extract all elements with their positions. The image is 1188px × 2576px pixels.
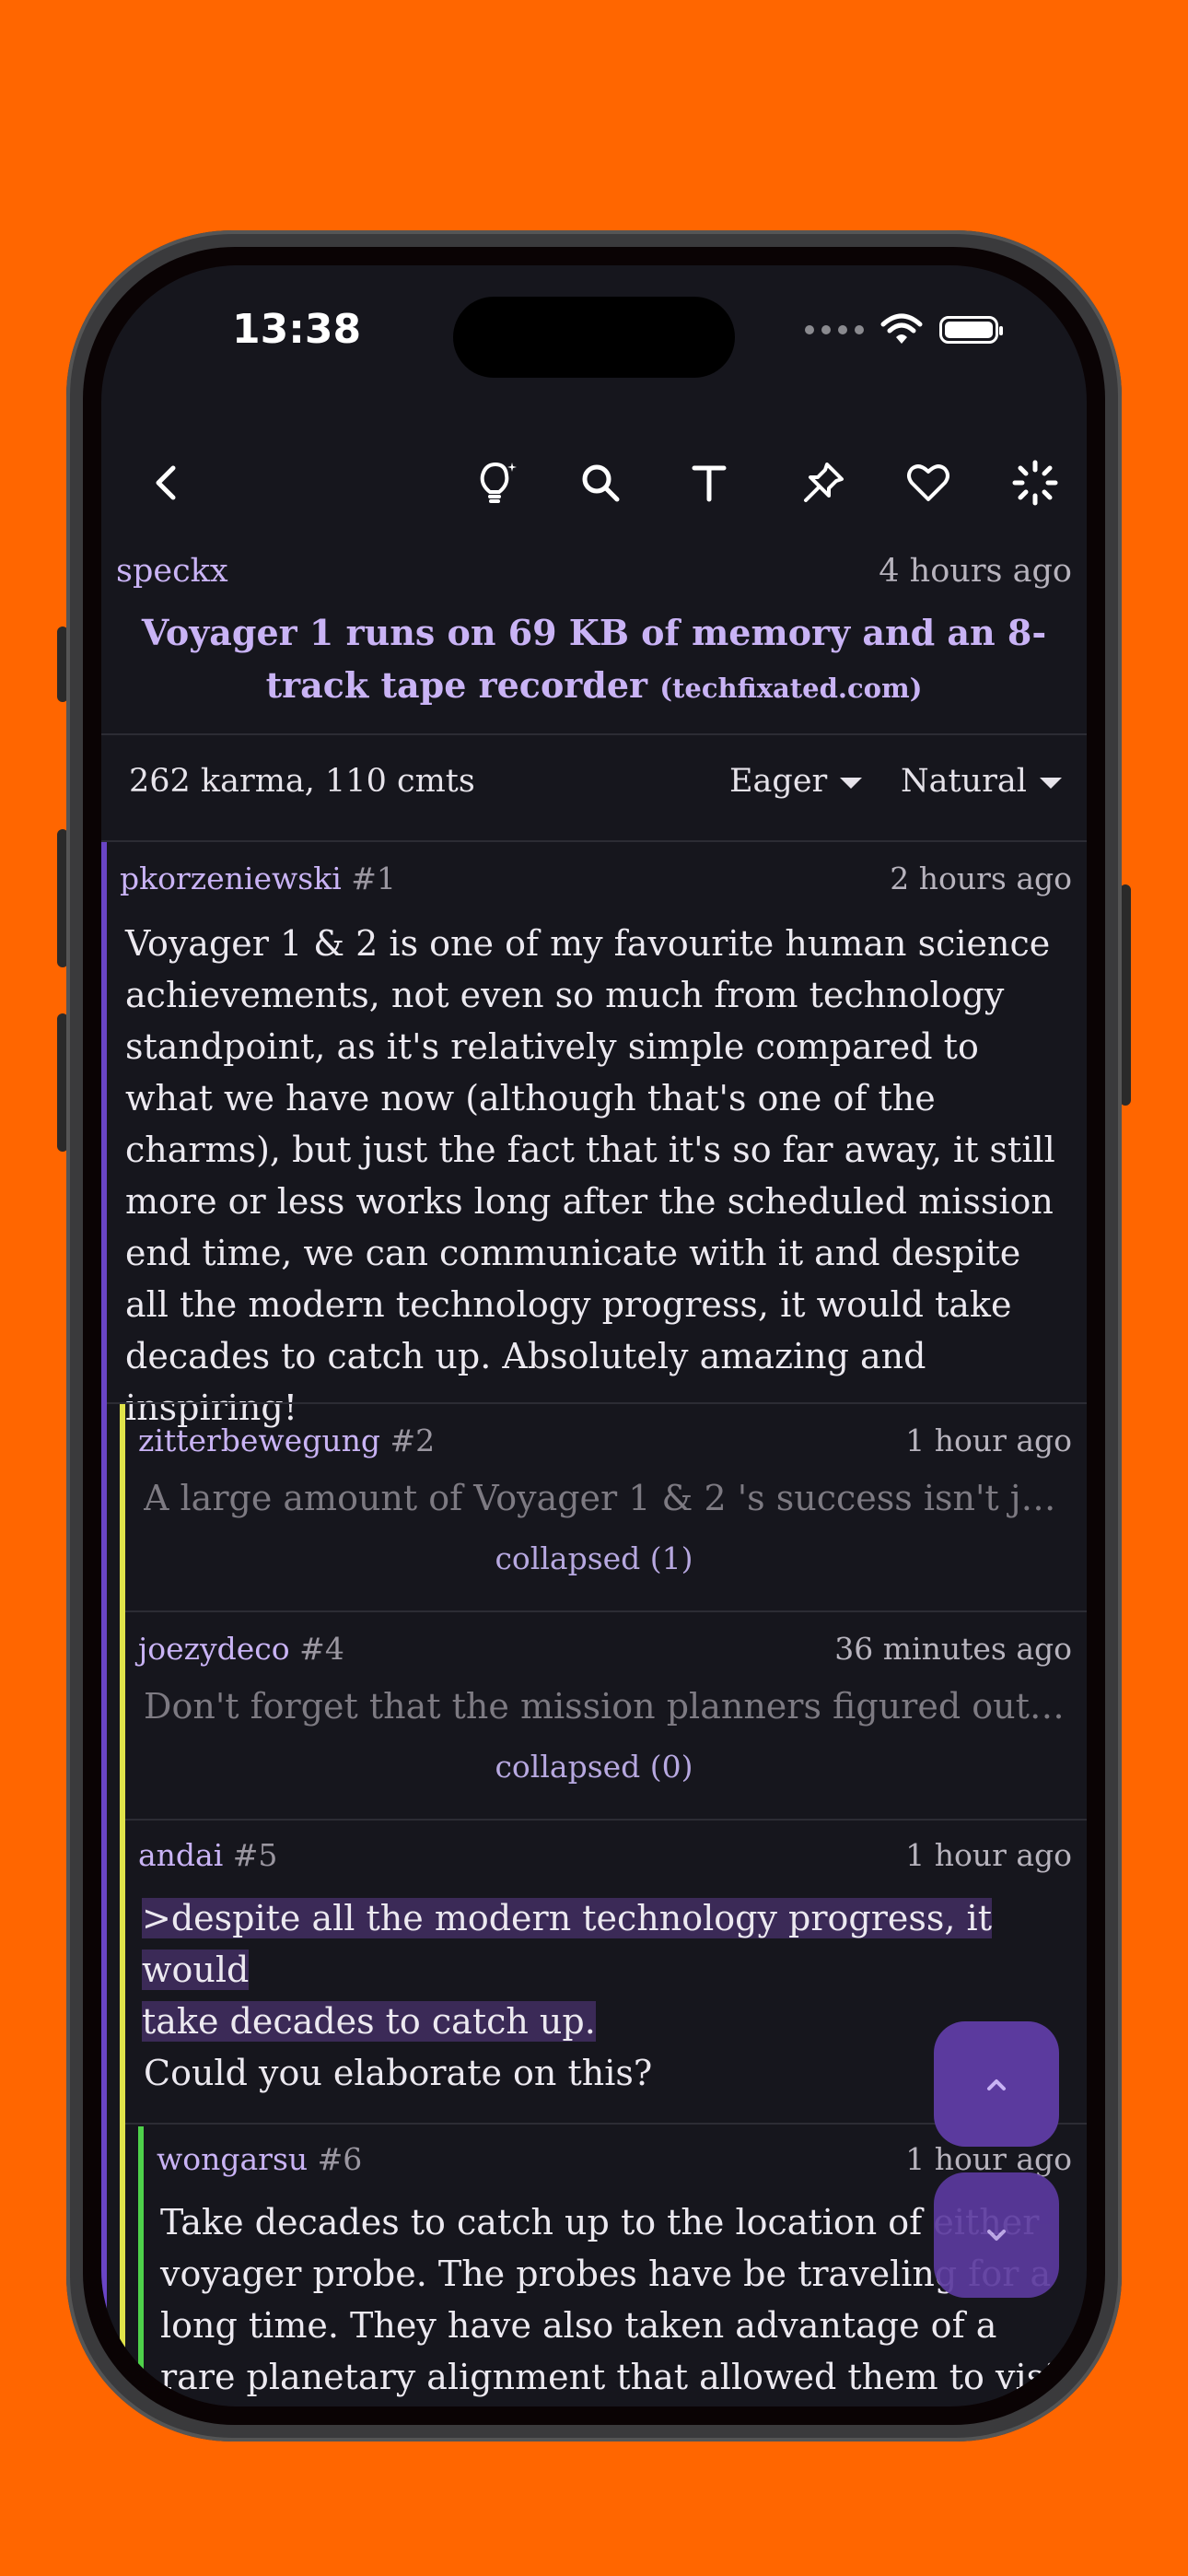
- status-icons: [805, 313, 1003, 346]
- screen: 13:38 speckx 4 hours ago Voyager 1 runs …: [101, 265, 1087, 2406]
- sort-dropdown[interactable]: Eager: [729, 763, 863, 800]
- story-time: 4 hours ago: [879, 553, 1072, 590]
- comment-header: joezydeco #4 36 minutes ago: [138, 1631, 1072, 1667]
- back-icon[interactable]: [138, 453, 197, 512]
- order-label: Natural: [901, 763, 1027, 800]
- comment-text: Voyager 1 & 2 is one of my favourite hum…: [125, 923, 1055, 1428]
- comment-time: 1 hour ago: [905, 1423, 1072, 1458]
- chevron-down-icon: [1039, 778, 1062, 789]
- comment-time: 2 hours ago: [890, 861, 1072, 896]
- thread-bar-level-3: [138, 2126, 144, 2406]
- battery-icon: [939, 316, 1003, 344]
- comment-number: #1: [351, 861, 396, 896]
- divider: [101, 733, 1087, 735]
- comment-author[interactable]: pkorzeniewski: [120, 861, 342, 896]
- comment-header: pkorzeniewski #1 2 hours ago: [120, 861, 1072, 896]
- story-author[interactable]: speckx: [116, 553, 228, 590]
- collapsed-label[interactable]: collapsed (0): [101, 1749, 1087, 1785]
- comment-preview: Don't forget that the mission planners f…: [144, 1686, 1072, 1727]
- comment-number: #6: [317, 2141, 363, 2177]
- divider: [125, 1819, 1087, 1821]
- scroll-up-button[interactable]: [934, 2021, 1059, 2147]
- search-icon[interactable]: [571, 453, 630, 512]
- chevron-up-icon: [987, 2079, 1006, 2090]
- comment-number: #4: [299, 1631, 344, 1667]
- divider: [107, 1402, 1087, 1404]
- status-time: 13:38: [232, 306, 362, 353]
- quote-line: >despite all the modern technology progr…: [142, 1898, 992, 1990]
- scroll-down-button[interactable]: [934, 2172, 1059, 2298]
- quote-block: >despite all the modern technology progr…: [142, 1892, 1072, 2047]
- comment-header: wongarsu #6 1 hour ago: [157, 2141, 1072, 2177]
- comment-time: 1 hour ago: [905, 1837, 1072, 1873]
- heart-icon[interactable]: [899, 453, 958, 512]
- comment-author[interactable]: andai: [138, 1837, 223, 1873]
- pin-icon[interactable]: [794, 453, 853, 512]
- wifi-icon: [880, 313, 923, 344]
- thread-bar-level-1: [101, 842, 107, 2406]
- story-title[interactable]: Voyager 1 runs on 69 KB of memory and an…: [138, 606, 1050, 715]
- divider: [101, 840, 1087, 842]
- story-stats: 262 karma, 110 cmts: [129, 763, 475, 800]
- order-dropdown[interactable]: Natural: [901, 763, 1062, 800]
- comment-author[interactable]: zitterbewegung: [138, 1423, 380, 1458]
- chevron-down-icon: [840, 778, 863, 789]
- comment-header: andai #5 1 hour ago: [138, 1837, 1072, 1873]
- comment-author[interactable]: joezydeco: [138, 1631, 290, 1667]
- sort-label: Eager: [729, 763, 828, 800]
- divider: [125, 1610, 1087, 1612]
- comment-time: 36 minutes ago: [834, 1631, 1072, 1667]
- comment-number: #2: [390, 1423, 436, 1458]
- signal-icon: [805, 325, 864, 334]
- comment-number: #5: [232, 1837, 278, 1873]
- comment-author[interactable]: wongarsu: [157, 2141, 308, 2177]
- lightbulb-icon[interactable]: [466, 453, 525, 512]
- comment-header: zitterbewegung #2 1 hour ago: [138, 1423, 1072, 1458]
- collapsed-label[interactable]: collapsed (1): [101, 1540, 1087, 1576]
- text-size-icon[interactable]: [680, 453, 739, 512]
- loading-icon[interactable]: [1006, 453, 1065, 512]
- story-meta: speckx 4 hours ago: [116, 553, 1072, 590]
- story-domain: (techfixated.com): [659, 673, 923, 704]
- comment-text: Could you elaborate on this?: [144, 2053, 653, 2093]
- comment-preview: A large amount of Voyager 1 & 2 's succe…: [144, 1478, 1072, 1518]
- dynamic-island: [453, 297, 735, 378]
- quote-line: take decades to catch up.: [142, 2001, 596, 2042]
- toolbar: [101, 431, 1087, 533]
- chevron-down-icon: [987, 2230, 1006, 2241]
